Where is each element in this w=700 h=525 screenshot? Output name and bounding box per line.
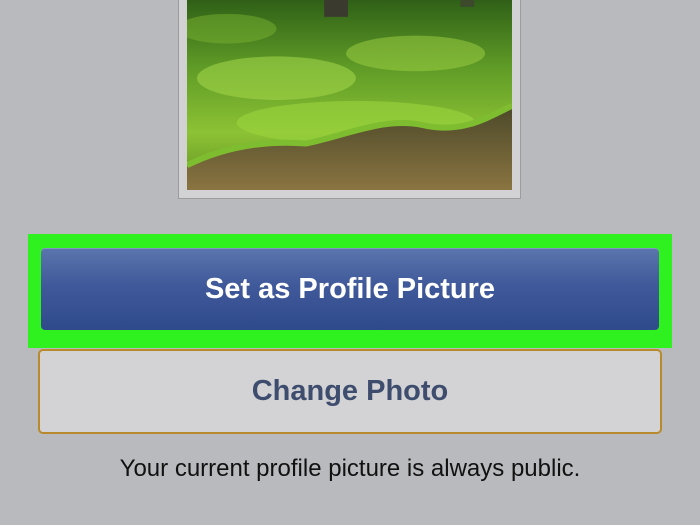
profile-photo [187, 0, 512, 190]
profile-photo-frame [178, 0, 521, 199]
landscape-photo-icon [187, 0, 512, 190]
privacy-notice: Your current profile picture is always p… [119, 455, 581, 482]
set-as-profile-picture-button[interactable]: Set as Profile Picture [41, 248, 659, 330]
change-photo-button[interactable]: Change Photo [38, 349, 662, 434]
